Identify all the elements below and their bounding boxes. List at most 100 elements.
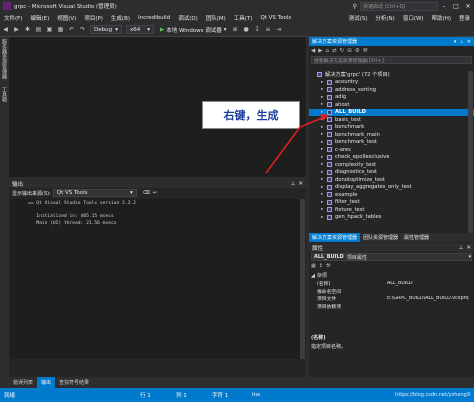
tree-item-project[interactable]: ▸ gen_hpack_tables [309, 214, 474, 222]
comment-icon[interactable]: ≡ [264, 25, 273, 34]
menu-qt-tools[interactable]: Qt VS Tools [256, 15, 295, 21]
close-icon[interactable]: ✕ [467, 39, 471, 45]
tree-item-project[interactable]: ▸ filter_test [309, 199, 474, 207]
tree-item-project[interactable]: ▸ address_sorting [309, 86, 474, 94]
property-row[interactable]: (名称) ALL_BUILD [309, 280, 469, 287]
clear-all-icon[interactable]: ⌫ [143, 190, 150, 196]
indent-icon[interactable]: ⇥ [275, 25, 284, 34]
expand-arrow-icon[interactable]: ▸ [321, 102, 326, 107]
sync-icon[interactable]: ⇄ [332, 48, 337, 54]
step-icon[interactable]: ↧ [253, 25, 262, 34]
back-icon[interactable]: ◀ [311, 48, 315, 54]
property-row[interactable]: 根命名空间 [309, 288, 469, 295]
chevron-down-icon[interactable]: ▾ [454, 39, 457, 45]
solution-root[interactable]: 解决方案'grpc' (72 个项目) [309, 71, 474, 79]
tab-team-explorer[interactable]: 团队资源管理器 [360, 234, 401, 241]
output-scrollbar[interactable] [300, 199, 305, 359]
word-wrap-icon[interactable]: ↩ [153, 190, 157, 196]
solution-scrollbar[interactable] [468, 71, 473, 233]
tree-item-project[interactable]: ▸ display_aggregates_only_test [309, 184, 474, 192]
tree-item-project[interactable]: ▸ ahost [309, 101, 474, 109]
tree-item-project[interactable]: ▸ example [309, 191, 474, 199]
tree-item-project[interactable]: ▸ benchmark_test [309, 139, 474, 147]
tab-output[interactable]: 输出 [37, 377, 56, 388]
tab-server-explorer[interactable]: 服务器资源管理器 [1, 37, 8, 81]
expand-arrow-icon[interactable]: ▸ [321, 170, 326, 175]
platform-select[interactable]: x64 ▾ [126, 25, 154, 34]
save-icon[interactable]: ▣ [45, 25, 54, 34]
open-icon[interactable]: ▤ [34, 25, 43, 34]
tree-item-project[interactable]: ▸ fixture_test [309, 206, 474, 214]
minimize-button[interactable]: – [438, 3, 450, 10]
expand-arrow-icon[interactable]: ▸ [321, 162, 326, 167]
expand-arrow-icon[interactable]: ▸ [321, 147, 326, 152]
tree-item-project[interactable]: ▸ ALL_BUILD [309, 108, 474, 116]
save-all-icon[interactable]: ▦ [56, 25, 65, 34]
tree-item-project[interactable]: ▸ donotoptimize_test [309, 176, 474, 184]
categorized-icon[interactable]: ▦ [311, 263, 316, 269]
menu-help[interactable]: 帮助(H) [428, 14, 455, 22]
wrench-icon[interactable]: ⚒ [363, 48, 368, 54]
quick-launch-input[interactable]: 快速启动 (Ctrl+Q) [360, 1, 438, 11]
expand-arrow-icon[interactable]: ▸ [321, 117, 326, 122]
attach-icon[interactable]: ⊕ [231, 25, 240, 34]
properties-icon[interactable]: ⚙ [355, 48, 360, 54]
tree-item-project[interactable]: ▸ diagnostics_test [309, 169, 474, 177]
tab-solution-explorer[interactable]: 解决方案资源管理器 [309, 233, 361, 242]
forward-icon[interactable]: ▶ [12, 25, 21, 34]
menu-build[interactable]: 生成(B) [107, 14, 134, 22]
expand-arrow-icon[interactable]: ▸ [321, 132, 326, 137]
account-signin[interactable]: 登录 [455, 14, 474, 22]
tree-item-project[interactable]: ▸ adig [309, 94, 474, 102]
config-select[interactable]: Debug ▾ [90, 25, 122, 34]
close-button[interactable]: ✕ [462, 3, 474, 10]
tab-error-list[interactable]: 错误列表 [9, 377, 37, 388]
menu-team[interactable]: 团队(M) [202, 14, 230, 22]
solution-search-input[interactable]: 搜索解决方案资源管理器(Ctrl+;) [311, 56, 472, 64]
menu-incredibuild[interactable]: Incredibuild [134, 15, 174, 21]
expand-arrow-icon[interactable]: ▸ [321, 155, 326, 160]
tree-item-project[interactable]: ▸ check_epollexclusive [309, 154, 474, 162]
menu-debug[interactable]: 调试(D) [174, 14, 202, 22]
tree-item-project[interactable]: ▸ benchmark [309, 124, 474, 132]
menu-window[interactable]: 窗口(W) [399, 14, 428, 22]
pin-icon[interactable]: ⊥ [459, 39, 463, 45]
pin-icon[interactable]: ⊥ [291, 181, 296, 187]
menu-view[interactable]: 视图(V) [53, 14, 80, 22]
menu-tools[interactable]: 工具(T) [230, 14, 257, 22]
tree-item-project[interactable]: ▸ acountry [309, 79, 474, 87]
expand-arrow-icon[interactable]: ▸ [321, 110, 326, 115]
undo-icon[interactable]: ↶ [67, 25, 76, 34]
refresh-icon[interactable]: ↻ [340, 48, 345, 54]
menu-test[interactable]: 测试(S) [345, 14, 372, 22]
expand-arrow-icon[interactable]: ▸ [321, 125, 326, 130]
output-source-select[interactable]: Qt VS Tools ▾ [52, 189, 137, 197]
property-row[interactable]: 项目文件 E:\GRPC_BUILD\ALL_BUILD.vcxproj [309, 295, 469, 302]
expand-arrow-icon[interactable]: ▸ [321, 87, 326, 92]
new-file-icon[interactable]: ✱ [23, 25, 32, 34]
output-text[interactable]: == Qt Visual Studio Tools version 2.3.2 … [10, 199, 302, 359]
expand-arrow-icon[interactable]: ▸ [321, 185, 326, 190]
redo-icon[interactable]: ↷ [78, 25, 87, 34]
expand-arrow-icon[interactable]: ▸ [321, 215, 326, 220]
menu-analyze[interactable]: 分析(N) [371, 14, 398, 22]
tab-toolbox[interactable]: 工具箱 [1, 85, 8, 104]
tree-item-project[interactable]: ▸ benchmark_main [309, 131, 474, 139]
menu-edit[interactable]: 编辑(E) [26, 14, 53, 22]
wrench-icon[interactable]: ⚒ [326, 263, 330, 269]
menu-file[interactable]: 文件(F) [0, 14, 26, 22]
close-icon[interactable]: ✕ [466, 245, 471, 251]
menu-project[interactable]: 项目(P) [80, 14, 107, 22]
run-debugger-button[interactable]: ▶ 本地 Windows 调试器 ▾ [160, 26, 227, 34]
pin-icon[interactable]: ⊥ [459, 245, 464, 251]
home-icon[interactable]: ⌂ [325, 48, 329, 54]
maximize-button[interactable]: □ [450, 3, 462, 10]
property-category[interactable]: ◢ 杂项 [311, 272, 327, 280]
tab-property-manager[interactable]: 属性管理器 [401, 234, 432, 241]
forward-icon[interactable]: ▶ [318, 48, 322, 54]
alphabetical-icon[interactable]: ↕ [319, 263, 323, 269]
breakpoint-icon[interactable]: ● [242, 25, 251, 34]
tree-item-project[interactable]: ▸ complexity_test [309, 161, 474, 169]
properties-object-select[interactable]: ALL_BUILD 项目属性 ▾ [311, 253, 472, 261]
tree-item-project[interactable]: ▸ basic_test [309, 116, 474, 124]
